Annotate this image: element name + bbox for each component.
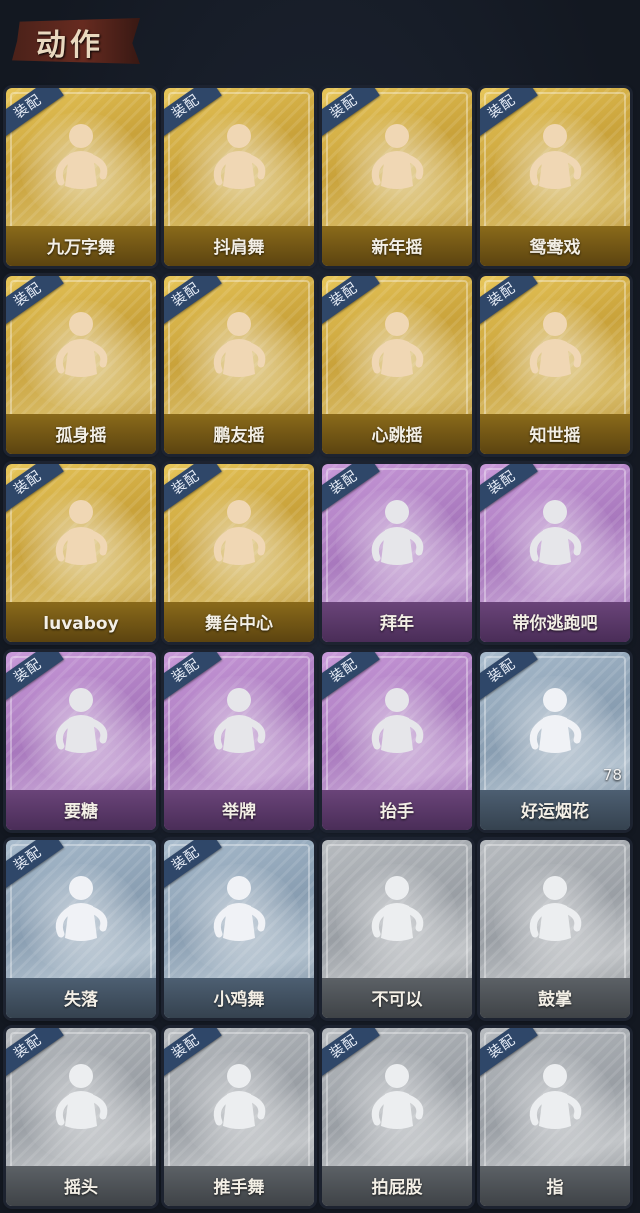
emote-name: 带你逃跑吧 — [512, 614, 598, 634]
emote-figure-icon — [529, 312, 582, 377]
emote-name: luvaboy — [43, 614, 119, 634]
emote-card[interactable]: 装配 要糖 — [6, 652, 156, 830]
emote-card[interactable]: 装配指 — [480, 1028, 630, 1206]
emote-figure-icon — [55, 500, 108, 565]
emote-name: 心跳摇 — [371, 426, 423, 446]
emote-card[interactable]: 装配 鸳鸯戏 — [480, 88, 630, 266]
emote-figure-icon — [371, 312, 424, 377]
emote-card[interactable]: 装配 知世摇 — [480, 276, 630, 454]
emote-figure-icon — [55, 688, 108, 753]
emote-figure-icon — [529, 1064, 582, 1129]
emote-name: 鼓掌 — [538, 990, 572, 1010]
emote-figure-icon — [213, 312, 266, 377]
page-header: 动作 — [0, 0, 640, 80]
emote-card[interactable]: 装配 拜年 — [322, 464, 472, 642]
emote-figure-icon — [371, 688, 424, 753]
emote-name: 新年摇 — [371, 238, 423, 258]
emote-card[interactable]: 装配 鹏友摇 — [164, 276, 314, 454]
emote-card[interactable]: 装配 推手舞 — [164, 1028, 314, 1206]
emote-card[interactable]: 不可以 — [322, 840, 472, 1018]
emote-figure-icon — [213, 124, 266, 189]
emote-card[interactable]: 装配 失落 — [6, 840, 156, 1018]
emote-card[interactable]: 装配 好运烟花 78 — [480, 652, 630, 830]
emote-figure-icon — [529, 500, 582, 565]
emote-name: 指 — [546, 1178, 564, 1198]
emote-figure-icon — [55, 312, 108, 377]
emote-figure-icon — [529, 124, 582, 189]
emote-name: 摇头 — [64, 1178, 98, 1198]
page-title: 动作 — [36, 28, 104, 63]
emote-figure-icon — [55, 1064, 108, 1129]
emote-figure-icon — [55, 124, 108, 189]
emote-name: 抬手 — [380, 802, 414, 822]
emote-name: 鸳鸯戏 — [529, 238, 581, 258]
emote-card[interactable]: 装配 带你逃跑吧 — [480, 464, 630, 642]
emote-figure-icon — [371, 876, 424, 941]
emote-figure-icon — [213, 688, 266, 753]
emote-figure-icon — [213, 500, 266, 565]
emote-card[interactable]: 鼓掌 — [480, 840, 630, 1018]
emote-figure-icon — [371, 1064, 424, 1129]
emote-name: 举牌 — [222, 802, 256, 822]
emote-card[interactable]: 装配 摇头 — [6, 1028, 156, 1206]
emote-name: 知世摇 — [529, 426, 581, 446]
emote-name: 好运烟花 — [521, 802, 589, 822]
emote-card[interactable]: 装配 九万字舞 — [6, 88, 156, 266]
emote-card[interactable]: 装配 新年摇 — [322, 88, 472, 266]
emote-name: 失落 — [64, 990, 98, 1010]
emote-card[interactable]: 装配 举牌 — [164, 652, 314, 830]
emote-figure-icon — [213, 876, 266, 941]
emote-name: 鹏友摇 — [213, 426, 265, 446]
emote-card[interactable]: 装配 小鸡舞 — [164, 840, 314, 1018]
emote-figure-icon — [371, 124, 424, 189]
emote-name: 拍屁股 — [371, 1178, 423, 1198]
emote-name: 拜年 — [380, 614, 414, 634]
emote-figure-icon — [529, 876, 582, 941]
emote-name: 要糖 — [64, 802, 98, 822]
emote-name: 九万字舞 — [47, 238, 115, 258]
emote-figure-icon — [55, 876, 108, 941]
emote-card[interactable]: 装配 抖肩舞 — [164, 88, 314, 266]
emote-name: 孤身摇 — [55, 426, 107, 446]
emote-card[interactable]: 装配 孤身摇 — [6, 276, 156, 454]
emote-name: 推手舞 — [213, 1178, 265, 1198]
emote-card[interactable]: 装配 拍屁股 — [322, 1028, 472, 1206]
emote-name: 不可以 — [371, 990, 423, 1010]
emote-name: 舞台中心 — [205, 614, 273, 634]
emote-name: 抖肩舞 — [213, 238, 265, 258]
emote-figure-icon — [371, 500, 424, 565]
emote-figure-icon — [213, 1064, 266, 1129]
emote-card[interactable]: 装配 舞台中心 — [164, 464, 314, 642]
emote-figure-icon — [529, 688, 582, 753]
emote-card[interactable]: 装配 抬手 — [322, 652, 472, 830]
item-count: 78 — [602, 766, 622, 784]
emote-card[interactable]: 装配 心跳摇 — [322, 276, 472, 454]
emote-name: 小鸡舞 — [213, 990, 265, 1010]
emote-card[interactable]: 装配 luvaboy — [6, 464, 156, 642]
